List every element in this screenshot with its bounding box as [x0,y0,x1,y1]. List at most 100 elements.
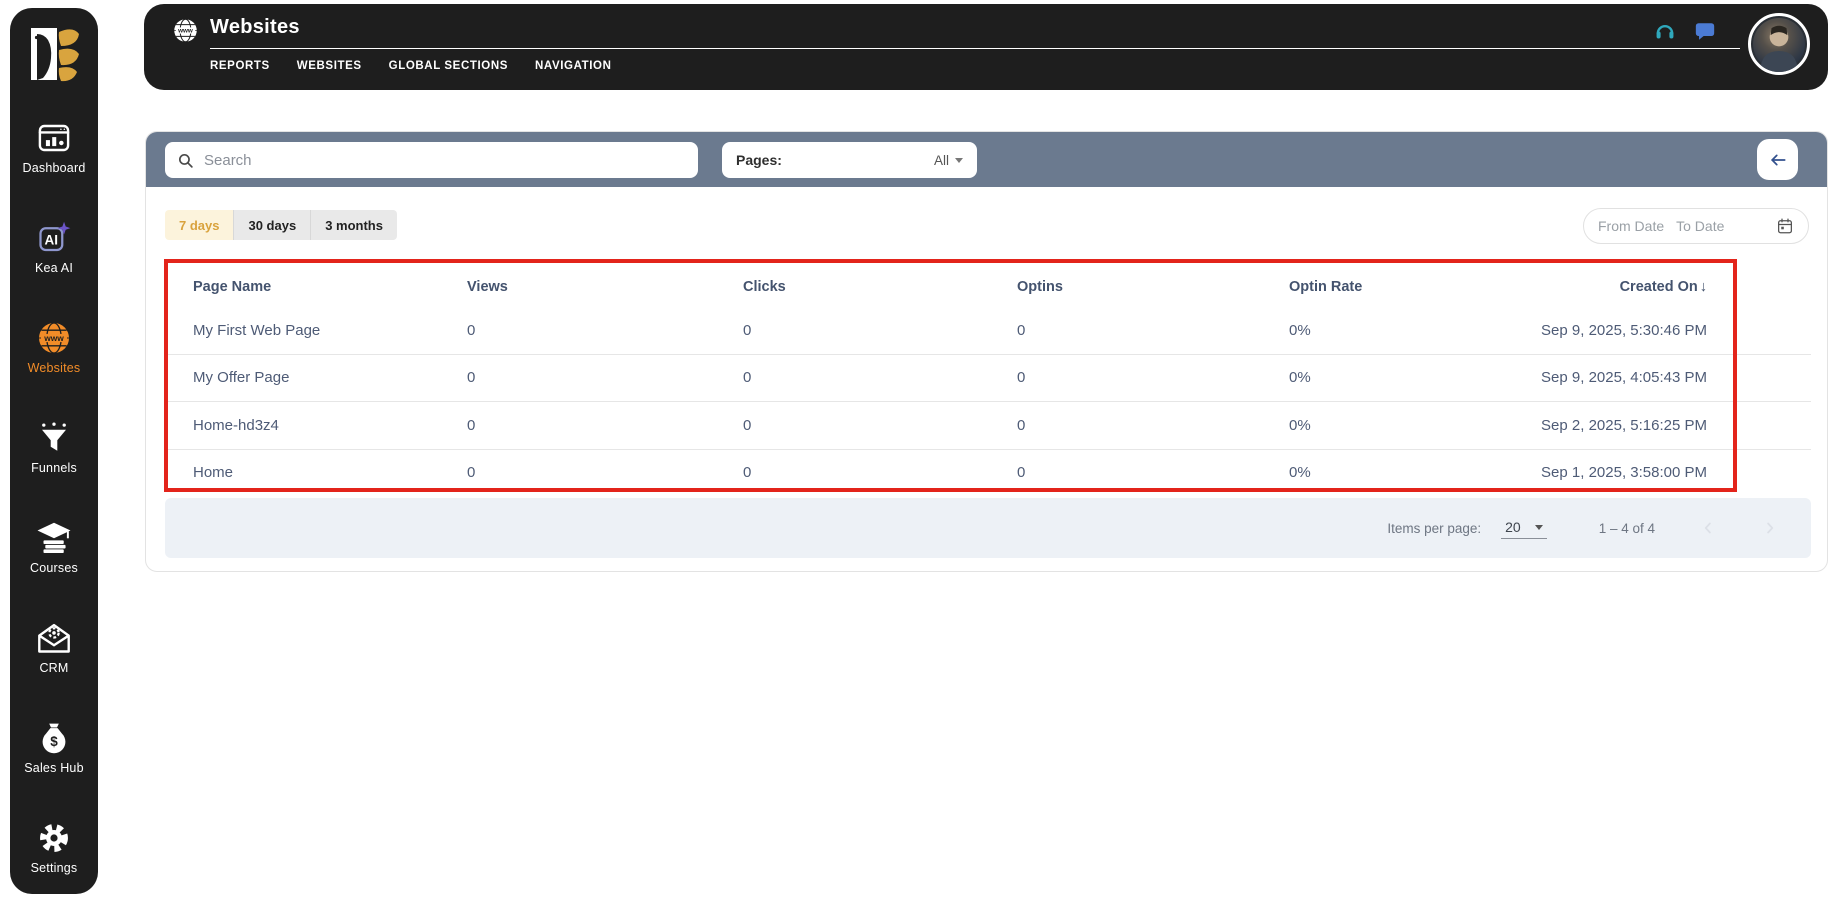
header-nav: REPORTS WEBSITES GLOBAL SECTIONS NAVIGAT… [210,60,612,72]
cell-clicks: 0 [743,321,752,339]
col-header-created-on[interactable]: Created On ↓ [1489,279,1811,295]
col-header-page-name[interactable]: Page Name [165,279,467,295]
cell-created-on: Sep 2, 2025, 5:16:25 PM [1541,416,1707,434]
search-input[interactable] [202,150,686,170]
col-header-optins[interactable]: Optins [1017,279,1289,295]
calendar-icon[interactable] [1776,217,1794,235]
tab-30-days[interactable]: 30 days [234,210,312,240]
items-per-page-label: Items per page: [1387,520,1482,536]
search-box [165,142,698,178]
funnel-icon [42,422,66,451]
nav-reports[interactable]: REPORTS [210,60,270,72]
table-row[interactable]: My First Web Page 0 0 0 0% Sep 9, 2025, … [165,307,1811,354]
websites-globe-icon: www [39,322,69,354]
nav-global-sections[interactable]: GLOBAL SECTIONS [389,60,508,72]
items-per-page-select[interactable]: 20 [1501,517,1547,539]
sidebar-item-label: Dashboard [22,161,86,175]
content-card: Pages: All 7 days 30 days 3 months From … [145,131,1828,572]
svg-text:$: $ [50,734,58,749]
dashboard-icon [38,124,70,152]
cell-views: 0 [467,369,476,387]
sidebar-item-funnels[interactable]: Funnels [10,420,98,476]
back-button[interactable] [1757,139,1798,180]
sidebar-item-kea-ai[interactable]: AI Kea AI [10,220,98,276]
nav-navigation[interactable]: NAVIGATION [535,60,612,72]
col-header-clicks[interactable]: Clicks [743,279,1017,295]
created-on-label: Created On [1619,279,1698,295]
items-per-page-value: 20 [1505,519,1521,535]
cell-page-name[interactable]: My Offer Page [165,369,467,386]
sidebar-item-label: Kea AI [34,261,74,275]
col-header-views[interactable]: Views [467,279,743,295]
table-row[interactable]: My Offer Page 0 0 0 0% Sep 9, 2025, 4:05… [165,353,1811,402]
cell-page-name[interactable]: Home [165,464,467,481]
cell-optins: 0 [1017,416,1026,434]
crm-icon [38,623,70,653]
chevron-down-icon [1534,524,1543,530]
svg-text:www: www [177,28,193,35]
col-header-optin-rate[interactable]: Optin Rate [1289,279,1489,295]
sidebar-item-websites[interactable]: www Websites [10,320,98,376]
chevron-down-icon [955,157,963,163]
sidebar-item-label: Courses [30,561,78,575]
from-date-field[interactable]: From Date [1598,218,1664,234]
header-globe-icon: www [174,18,197,43]
cell-views: 0 [467,321,476,339]
cell-created-on: Sep 9, 2025, 4:05:43 PM [1541,369,1707,387]
title-underline [210,48,1740,49]
pages-stats-table: Page Name Views Clicks Optins Optin Rate… [165,267,1811,496]
svg-text:AI: AI [45,233,59,248]
sidebar-item-label: Settings [30,861,78,875]
chevron-right-icon[interactable] [1761,519,1779,537]
settings-gear-icon [40,824,68,852]
sidebar-item-crm[interactable]: CRM [10,620,98,676]
filter-bar: Pages: All [146,132,1827,187]
avatar-photo [1760,25,1798,72]
page-range-status: 1 – 4 of 4 [1598,520,1655,536]
page-title: Websites [210,16,300,38]
to-date-field[interactable]: To Date [1676,218,1724,234]
table-row[interactable]: Home-hd3z4 0 0 0 0% Sep 2, 2025, 5:16:25… [165,401,1811,449]
nav-websites[interactable]: WEBSITES [297,60,362,72]
table-header-row: Page Name Views Clicks Optins Optin Rate… [165,267,1811,307]
cell-page-name[interactable]: Home-hd3z4 [165,417,467,434]
date-range-picker[interactable]: From Date To Date [1583,208,1809,244]
sales-hub-icon: $ [42,723,66,754]
cell-created-on: Sep 1, 2025, 3:58:00 PM [1541,464,1707,482]
top-header: www Websites REPORTS WEBSITES GLOBAL SEC… [144,4,1828,90]
search-icon [178,153,193,168]
courses-icon [37,522,71,553]
sidebar-item-label: Websites [27,361,81,375]
pages-filter-label: Pages: [736,152,782,168]
sidebar-item-label: Funnels [31,461,77,475]
cell-views: 0 [467,416,476,434]
date-range-tabs: 7 days 30 days 3 months [165,210,397,240]
chevron-left-icon[interactable] [1699,519,1717,537]
chat-bubble-icon[interactable] [1694,20,1716,42]
tab-7-days[interactable]: 7 days [165,210,235,240]
pages-filter-value: All [933,152,949,168]
pages-filter-dropdown[interactable]: Pages: All [722,142,977,178]
sidebar-item-sales-hub[interactable]: $ Sales Hub [10,720,98,776]
kea-logo[interactable] [25,24,83,84]
user-avatar[interactable] [1748,13,1810,75]
sidebar-item-courses[interactable]: Courses [10,520,98,576]
support-headset-icon[interactable] [1654,20,1676,42]
cell-views: 0 [467,464,476,482]
sidebar-item-dashboard[interactable]: Dashboard [10,120,98,176]
sidebar-item-label: CRM [39,661,69,675]
cell-optins: 0 [1017,464,1026,482]
header-actions [1654,20,1716,42]
cell-created-on: Sep 9, 2025, 5:30:46 PM [1541,321,1707,339]
cell-clicks: 0 [743,416,752,434]
tab-3-months[interactable]: 3 months [311,210,397,240]
sort-desc-icon: ↓ [1699,279,1707,295]
paginator-nav [1699,519,1779,537]
paginator: Items per page: 20 1 – 4 of 4 [165,498,1811,558]
cell-clicks: 0 [743,464,752,482]
table-row[interactable]: Home 0 0 0 0% Sep 1, 2025, 3:58:00 PM [165,448,1811,497]
cell-page-name[interactable]: My First Web Page [165,322,467,339]
sidebar-item-settings[interactable]: Settings [10,820,98,876]
sidebar-item-label: Sales Hub [24,761,84,775]
kea-ai-icon: AI [39,221,71,252]
